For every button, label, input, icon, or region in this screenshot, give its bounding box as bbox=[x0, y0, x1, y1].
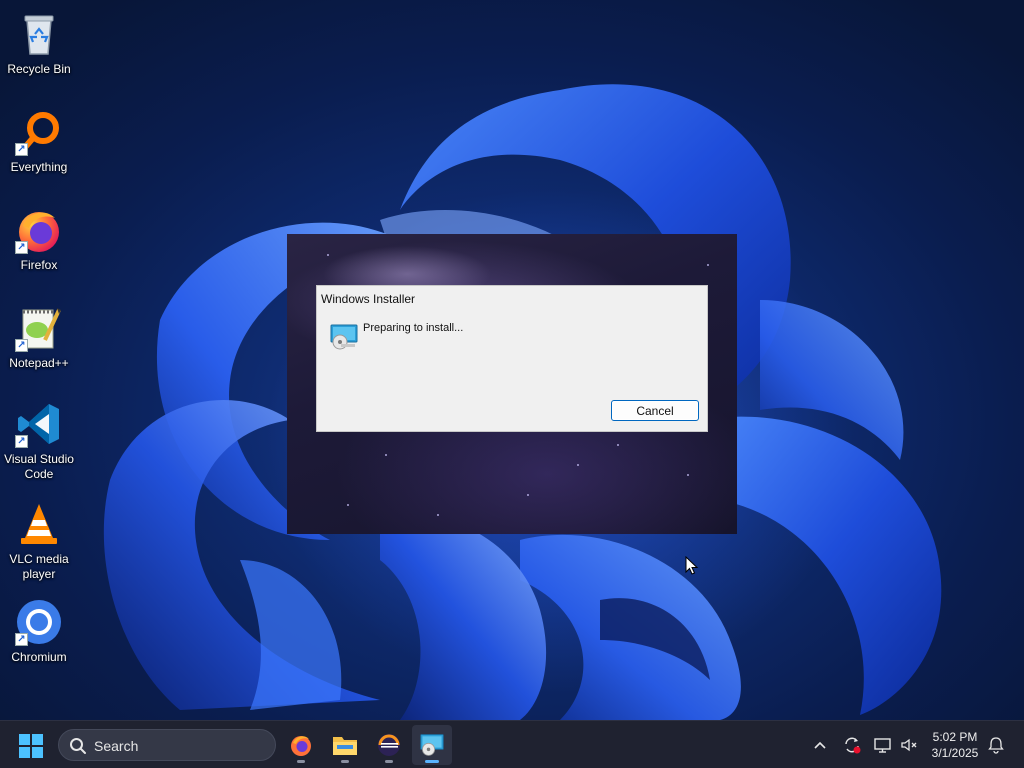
shortcut-arrow-icon: ↗ bbox=[15, 633, 28, 646]
dialog-message: Preparing to install... bbox=[363, 322, 464, 334]
running-indicator bbox=[385, 760, 393, 763]
shortcut-arrow-icon: ↗ bbox=[15, 435, 28, 448]
chevron-up-icon[interactable] bbox=[810, 735, 830, 755]
desktop-icon-label: Chromium bbox=[11, 650, 67, 664]
desktop-icon-label: VLC media player bbox=[9, 552, 69, 581]
desktop-icon-label: Recycle Bin bbox=[7, 62, 71, 76]
desktop-icon-chromium[interactable]: ↗ Chromium bbox=[2, 592, 76, 684]
desktop-icon-label: Everything bbox=[10, 160, 68, 174]
desktop-icon-firefox[interactable]: ↗ Firefox bbox=[2, 200, 76, 292]
chromium-icon: ↗ bbox=[15, 598, 63, 646]
windows-logo-icon bbox=[19, 734, 43, 758]
desktop-icon-recycle-bin[interactable]: Recycle Bin bbox=[2, 4, 76, 96]
desktop-icon-vscode[interactable]: ↗ Visual Studio Code bbox=[2, 394, 76, 486]
installer-icon bbox=[420, 734, 444, 756]
shortcut-arrow-icon: ↗ bbox=[15, 339, 28, 352]
taskbar-app-windows-installer[interactable] bbox=[412, 725, 452, 765]
taskbar-app-eclipse[interactable] bbox=[369, 725, 409, 765]
firefox-icon bbox=[291, 736, 311, 756]
search-icon bbox=[70, 738, 86, 754]
notification-bell-icon[interactable] bbox=[986, 735, 1006, 755]
search-input[interactable]: Search bbox=[58, 729, 276, 761]
desktop-icon-vlc[interactable]: VLC media player bbox=[2, 494, 76, 586]
installer-disc-icon bbox=[329, 324, 359, 355]
running-indicator bbox=[297, 760, 305, 763]
active-indicator bbox=[425, 760, 439, 763]
eclipse-icon bbox=[378, 734, 400, 756]
desktop-icon-everything[interactable]: ↗ Everything bbox=[2, 102, 76, 194]
recycle-bin-icon bbox=[15, 10, 63, 58]
shortcut-arrow-icon: ↗ bbox=[15, 241, 28, 254]
folder-icon bbox=[333, 737, 357, 755]
vscode-icon: ↗ bbox=[15, 400, 63, 448]
taskbar-app-file-explorer[interactable] bbox=[325, 725, 365, 765]
sync-icon[interactable] bbox=[842, 735, 862, 755]
desktop-icon-label: Firefox bbox=[20, 258, 58, 272]
start-button[interactable] bbox=[18, 733, 44, 759]
taskbar-app-firefox[interactable] bbox=[281, 725, 321, 765]
clock-date: 3/1/2025 bbox=[931, 746, 979, 760]
vlc-icon bbox=[15, 500, 63, 548]
volume-muted-icon[interactable] bbox=[899, 735, 919, 755]
search-placeholder: Search bbox=[94, 738, 139, 754]
desktop-icon-label: Visual Studio Code bbox=[4, 452, 74, 481]
desktop-icon-label: Notepad++ bbox=[9, 356, 69, 370]
dialog-title: Windows Installer bbox=[321, 292, 416, 306]
running-indicator bbox=[341, 760, 349, 763]
desktop: Recycle Bin ↗ Everything ↗ Firefox ↗ Not… bbox=[0, 0, 1024, 720]
cancel-button[interactable]: Cancel bbox=[611, 400, 699, 421]
clock-time: 5:02 PM bbox=[932, 730, 978, 744]
network-icon[interactable] bbox=[873, 735, 893, 755]
installer-dialog: Windows Installer Preparing to install..… bbox=[316, 285, 708, 432]
shortcut-arrow-icon: ↗ bbox=[15, 143, 28, 156]
taskbar: Search 5:02 PM 3/1/2025 bbox=[0, 720, 1024, 768]
clock[interactable]: 5:02 PM 3/1/2025 bbox=[920, 729, 990, 761]
desktop-icon-notepadpp[interactable]: ↗ Notepad++ bbox=[2, 298, 76, 390]
everything-search-icon: ↗ bbox=[15, 108, 63, 156]
mouse-cursor-icon bbox=[685, 556, 699, 575]
notepadpp-icon: ↗ bbox=[15, 304, 63, 352]
firefox-icon: ↗ bbox=[15, 206, 63, 254]
